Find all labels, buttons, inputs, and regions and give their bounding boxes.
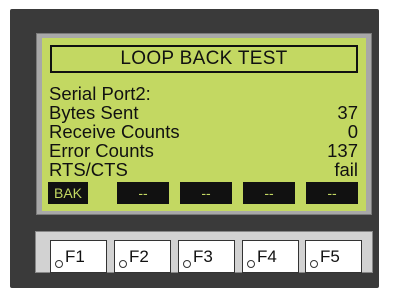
row-label-serial-port: Serial Port2: [49,83,151,104]
f4-label: F4 [257,247,277,266]
f1-label: F1 [65,247,85,266]
row-value-error-counts: 137 [327,140,358,161]
f4-button[interactable]: F4 [242,240,299,273]
row-label-bytes-sent: Bytes Sent [49,102,139,123]
row-value-rts-cts: fail [334,159,358,180]
row-value-receive-counts: 0 [347,121,358,142]
f2-label: F2 [129,247,149,266]
led-indicator-icon [183,260,191,268]
f2-button[interactable]: F2 [114,240,171,273]
softkey-bak[interactable]: BAK [48,182,88,204]
screen-title: LOOP BACK TEST [50,45,358,73]
f3-label: F3 [193,247,213,266]
led-indicator-icon [55,260,63,268]
softkey-4[interactable]: -- [243,182,295,204]
f1-button[interactable]: F1 [50,240,107,273]
softkey-5[interactable]: -- [306,182,358,204]
row-label-rts-cts: RTS/CTS [49,159,128,180]
row-label-receive-counts: Receive Counts [49,121,180,142]
lcd-screen: LOOP BACK TEST Serial Port2: Bytes Sent … [42,38,366,211]
softkey-2[interactable]: -- [117,182,169,204]
softkey-3[interactable]: -- [180,182,232,204]
row-value-bytes-sent: 37 [337,102,358,123]
f5-label: F5 [320,247,340,266]
led-indicator-icon [247,260,255,268]
led-indicator-icon [119,260,127,268]
led-indicator-icon [310,260,318,268]
row-label-error-counts: Error Counts [49,140,154,161]
f5-button[interactable]: F5 [305,240,362,273]
f3-button[interactable]: F3 [178,240,235,273]
